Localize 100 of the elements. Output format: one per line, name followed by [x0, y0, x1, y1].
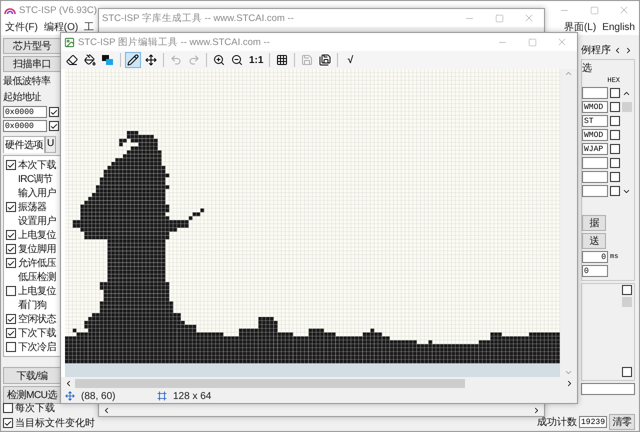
data-button[interactable]: 送 [582, 233, 606, 249]
maximize-icon [494, 14, 504, 22]
option-label: 下次冷启 [18, 340, 56, 354]
close-icon [523, 12, 535, 24]
scroll-left-icon[interactable] [613, 46, 622, 54]
move-icon [145, 54, 157, 66]
checkbox[interactable] [6, 202, 16, 212]
text-field[interactable] [582, 157, 608, 169]
checkbox[interactable] [622, 367, 632, 377]
text-field[interactable]: WMOD [582, 129, 608, 141]
count-field[interactable]: 0 [582, 265, 608, 277]
checkbox[interactable] [6, 258, 16, 268]
window-title: STC-ISP 图片编辑工具 -- www.STCAI.com -- [78, 36, 270, 48]
scan-port-button[interactable]: 扫描串口 [3, 56, 61, 72]
fill-tool-button[interactable] [82, 52, 98, 68]
menu-item[interactable]: 工 [84, 20, 94, 34]
action-button[interactable]: 检测MCU选 [3, 386, 61, 404]
action-button[interactable]: 下载/编 [3, 366, 61, 384]
tab[interactable]: 硬件选项 [3, 136, 45, 153]
chip-model-button[interactable]: 芯片型号 [3, 38, 61, 54]
option-label: 空闲状态 [18, 312, 56, 326]
checkbox[interactable] [610, 172, 620, 182]
zoom-in-icon [213, 54, 225, 66]
maximize-icon [528, 38, 536, 46]
checkbox[interactable] [6, 160, 16, 170]
scroll-thumb[interactable] [622, 102, 632, 112]
checkbox[interactable] [622, 285, 632, 295]
option-label: 允许低压 [18, 256, 56, 270]
maximize-icon [590, 6, 598, 14]
checkbox[interactable] [610, 130, 620, 140]
data-button[interactable]: 据 [582, 215, 606, 231]
text-field[interactable] [582, 185, 608, 197]
export-tool-button[interactable] [317, 52, 334, 68]
toolbar-button[interactable]: √ [342, 52, 358, 68]
checkbox[interactable] [610, 186, 620, 196]
clear-button[interactable]: 清零 [609, 414, 635, 430]
group-label: 选 [582, 62, 593, 75]
close-icon [556, 36, 568, 48]
scroll-right-icon[interactable] [532, 406, 541, 414]
eraser-tool-button[interactable] [64, 52, 80, 68]
text-field[interactable] [581, 383, 635, 395]
option-label: 振荡器 [18, 200, 46, 214]
checkbox[interactable] [610, 158, 620, 168]
address-field[interactable]: 0x0000 [3, 106, 47, 118]
tab[interactable]: U [45, 136, 56, 153]
scroll-right-icon[interactable] [565, 378, 574, 388]
checkbox[interactable] [3, 403, 13, 413]
checkbox-label: 当目标文件变化时 [15, 416, 95, 430]
move-tool-button[interactable] [143, 52, 159, 68]
option-label: 上电复位 [18, 284, 56, 298]
baud-label: 最低波特率 [3, 74, 52, 88]
scroll-thumb[interactable] [75, 378, 465, 388]
checkbox[interactable] [6, 244, 16, 254]
checkbox[interactable] [610, 116, 620, 126]
checkbox[interactable] [610, 144, 620, 154]
checkbox[interactable] [49, 107, 59, 117]
text-field[interactable]: WMOD [582, 101, 608, 113]
address-field[interactable]: 0x0000 [3, 120, 47, 132]
window-title: STC-ISP (V6.93C) [19, 4, 97, 16]
scroll-left-icon[interactable] [64, 378, 73, 388]
address-label: 起始地址 [3, 90, 42, 104]
picture-icon [64, 36, 75, 48]
success-count-field[interactable]: 19239 [579, 416, 607, 428]
checkbox[interactable] [3, 418, 13, 428]
menu-item[interactable]: 界面(L) [564, 20, 596, 34]
checkbox[interactable] [6, 230, 16, 240]
option-label: 看门狗 [18, 298, 46, 312]
pixel-canvas[interactable] [65, 69, 560, 379]
menu-item[interactable]: 文件(F) [5, 20, 38, 34]
menu-item[interactable]: 编程(O) [44, 20, 78, 34]
horizontal-scrollbar[interactable] [99, 404, 544, 416]
save-all-icon [319, 54, 332, 66]
window-title: STC-ISP 字库生成工具 -- www.STCAI.com -- [102, 12, 294, 24]
option-label: 输入用户 [18, 186, 56, 200]
checkbox[interactable] [610, 102, 620, 112]
scroll-thumb[interactable] [622, 297, 632, 307]
toolbar-button[interactable]: 1:1 [247, 52, 266, 68]
scroll-right-icon[interactable] [624, 46, 633, 54]
image-size: 128 x 64 [173, 390, 212, 402]
text-field[interactable]: ST [582, 115, 608, 127]
checkbox[interactable] [6, 342, 16, 352]
toolbar-button[interactable] [100, 52, 116, 68]
text-field[interactable]: WJAP [582, 143, 608, 155]
tab[interactable]: 例程序 [581, 43, 611, 57]
undo-icon [170, 54, 182, 66]
menu-item[interactable]: English [602, 22, 635, 32]
color-swap-icon [102, 54, 114, 66]
checkbox-label: 每次下载 [15, 402, 55, 415]
pencil-tool-button[interactable] [125, 52, 141, 68]
success-count-label: 成功计数 [537, 416, 577, 429]
checkbox[interactable] [610, 88, 620, 98]
checkbox[interactable] [49, 121, 59, 131]
scroll-left-icon[interactable] [102, 406, 111, 414]
text-field[interactable] [582, 87, 608, 99]
option-label: 本次下载 [18, 158, 56, 172]
delay-field[interactable]: 0 [582, 251, 608, 263]
checkbox[interactable] [6, 286, 16, 296]
checkbox[interactable] [6, 314, 16, 324]
checkbox[interactable] [6, 328, 16, 338]
text-field[interactable] [582, 171, 608, 183]
